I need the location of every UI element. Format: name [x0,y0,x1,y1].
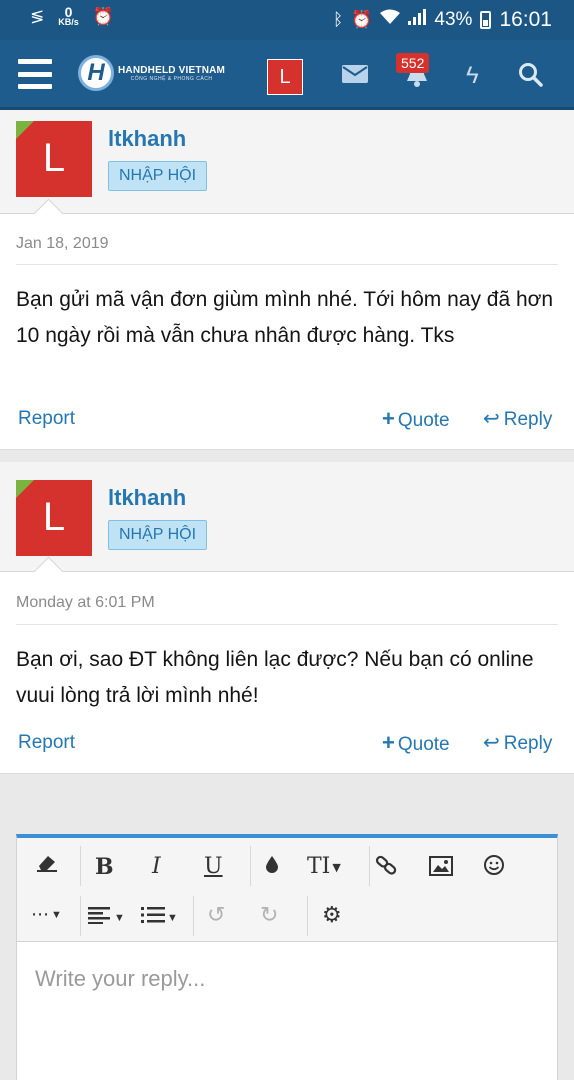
logo-subtitle: CÔNG NGHỆ & PHONG CÁCH [130,75,213,82]
eraser-icon[interactable] [35,852,59,880]
more-options-icon[interactable]: ⋯ ▼ [31,904,62,925]
chevron-down-icon: ▼ [332,860,341,874]
reply-button[interactable]: ↩ Reply [483,406,552,431]
menu-icon[interactable] [18,59,52,89]
post-username[interactable]: ltkhanh [108,485,186,511]
italic-button[interactable]: I [152,854,161,879]
post-avatar[interactable]: L [16,121,92,197]
gear-icon[interactable]: ⚙ [322,902,342,928]
clock: 16:01 [499,8,552,31]
alarm-clock-icon: ⏰ [351,10,373,29]
message-post: L ltkhanh NHẬP HỘI Monday at 6:01 PM Bạn… [0,462,574,774]
reply-editor: B I U TI ▼ ⋯ ▼ ▼ ▼ ↺ ↻ ⚙ Write your repl… [16,834,558,1080]
battery-icon [480,11,492,29]
plus-icon: + [382,730,395,755]
search-icon[interactable] [518,62,544,93]
bold-button[interactable]: B [95,854,114,880]
divider [80,846,81,886]
plus-icon: + [382,406,395,431]
signal-icon [408,9,427,31]
divider [16,624,558,625]
report-link[interactable]: Report [18,408,75,430]
bluetooth-icon: ᛒ [333,10,344,29]
post-header: L ltkhanh NHẬP HỘI [0,462,574,572]
quote-button[interactable]: + Quote [382,406,450,432]
battery-percent: 43% [434,9,473,30]
reply-icon: ↩ [483,408,500,430]
user-title-badge: NHẬP HỘI [108,161,208,191]
reply-textarea[interactable]: Write your reply... [35,966,205,992]
post-header: L ltkhanh NHẬP HỘI [0,110,574,214]
reply-icon: ↩ [483,732,500,754]
editor-toolbar: B I U TI ▼ ⋯ ▼ ▼ ▼ ↺ ↻ ⚙ [17,838,557,942]
divider [369,846,370,886]
alerts-badge[interactable]: 552 [396,53,430,73]
logo-title: HANDHELD VIETNAM [118,64,226,76]
link-icon[interactable] [375,854,399,882]
underline-button[interactable]: U [204,854,223,879]
divider [80,896,81,936]
divider [307,896,308,936]
user-title-badge: NHẬP HỘI [108,520,208,550]
chevron-down-icon: ▼ [51,909,62,922]
message-post: L ltkhanh NHẬP HỘI Jan 18, 2019 Bạn gửi … [0,110,574,450]
smiley-icon[interactable] [483,854,505,882]
post-username[interactable]: ltkhanh [108,126,186,152]
site-logo[interactable]: H HANDHELD VIETNAM CÔNG NGHỆ & PHONG CÁC… [78,55,225,91]
post-message: Bạn ơi, sao ĐT không liên lạc được? Nếu … [16,648,534,707]
post-date[interactable]: Jan 18, 2019 [16,235,109,253]
undo-icon[interactable]: ↺ [207,902,225,928]
network-speed: 0 KB/s [58,4,79,27]
top-navbar: H HANDHELD VIETNAM CÔNG NGHỆ & PHONG CÁC… [0,40,574,110]
post-message: Bạn gửi mã vận đơn giùm mình nhé. Tới hô… [16,288,554,347]
report-link[interactable]: Report [18,732,75,754]
alarm-icon: ⏰ [92,7,114,26]
chevron-down-icon: ▼ [114,912,125,925]
align-icon[interactable]: ▼ [88,904,125,930]
redo-icon[interactable]: ↻ [260,902,278,928]
list-icon[interactable]: ▼ [141,904,178,930]
quote-button[interactable]: + Quote [382,730,450,756]
text-size-button[interactable]: TI ▼ [307,854,341,879]
text-color-icon[interactable] [265,854,279,880]
reply-button[interactable]: ↩ Reply [483,730,552,755]
logo-mark: H [78,55,114,91]
image-icon[interactable] [429,856,453,882]
post-avatar[interactable]: L [16,480,92,556]
user-avatar[interactable]: L [267,59,303,95]
divider [16,264,558,265]
status-bar: ≶ 0 KB/s ⏰ ᛒ ⏰ 43% 16:01 [0,0,574,40]
chevron-down-icon: ▼ [167,912,178,925]
data-saver-icon: ≶ [30,7,45,26]
divider [250,846,251,886]
inbox-icon[interactable] [342,65,368,83]
divider [193,896,194,936]
whats-new-icon[interactable]: ϟ [466,62,479,90]
post-date[interactable]: Monday at 6:01 PM [16,594,155,612]
wifi-icon [380,9,401,31]
